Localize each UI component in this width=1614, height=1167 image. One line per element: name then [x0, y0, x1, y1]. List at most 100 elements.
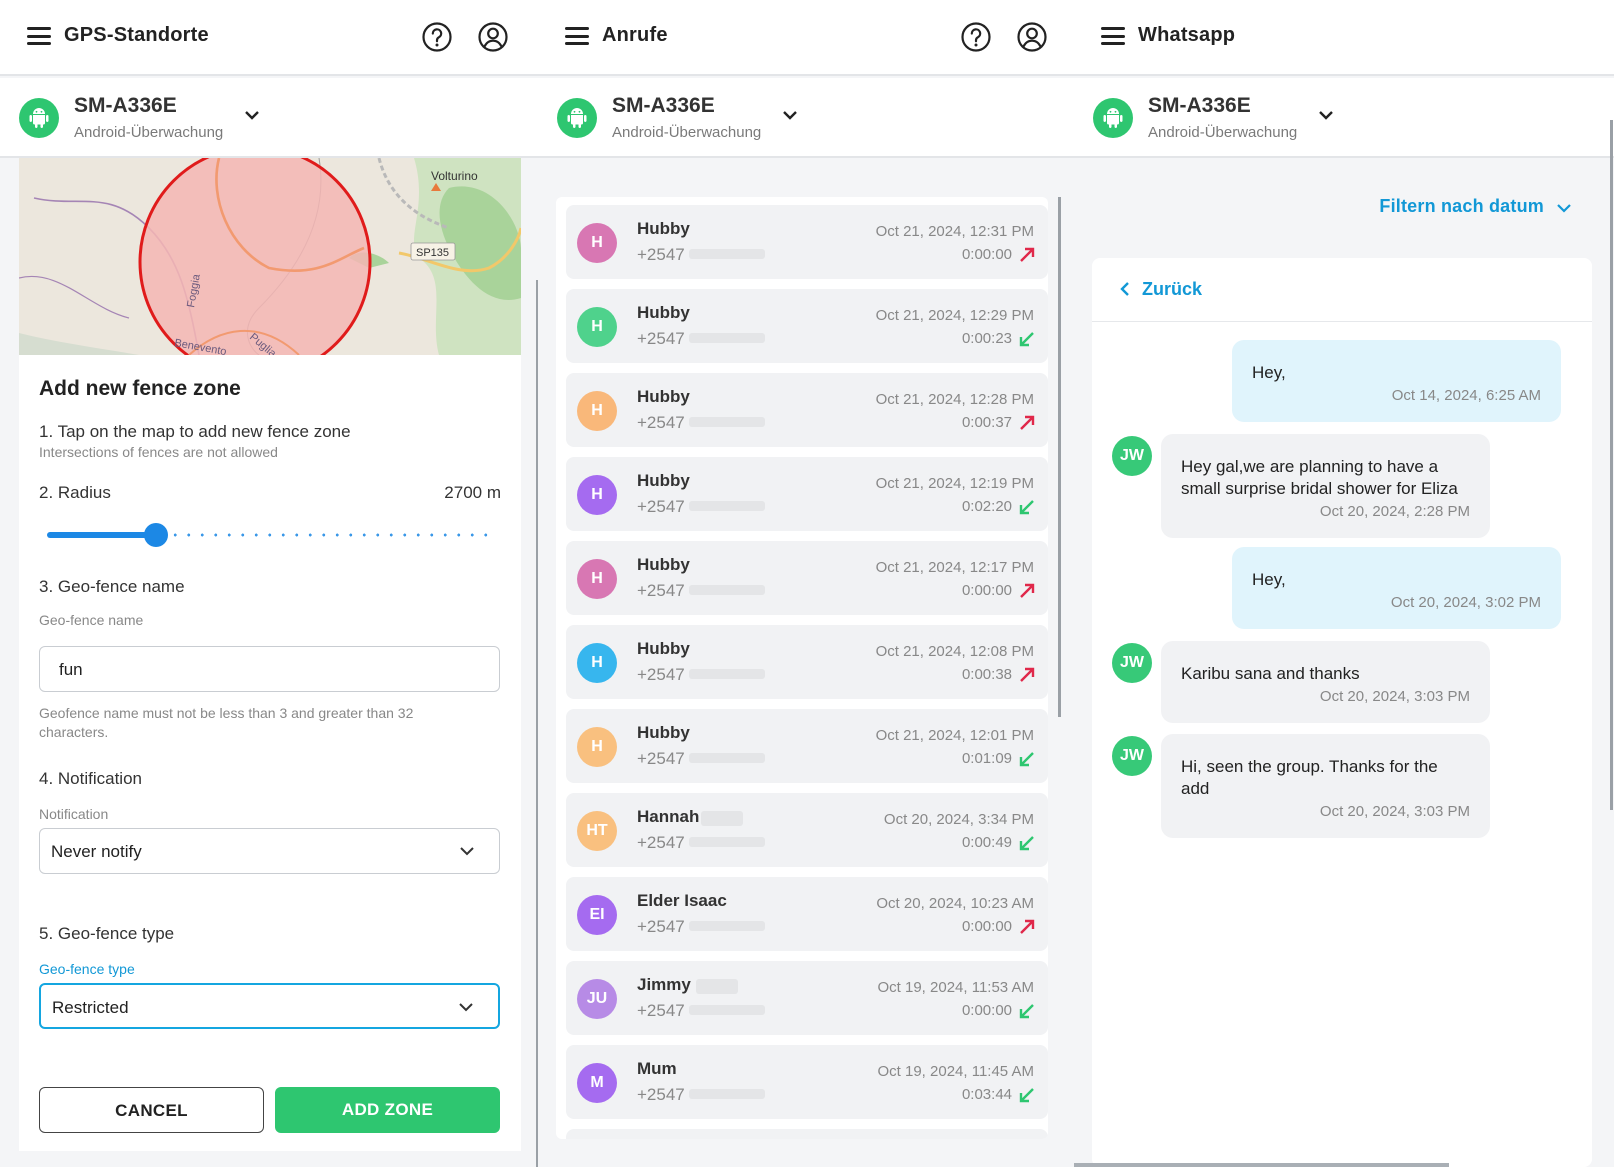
contact-name: Hubby: [637, 639, 690, 658]
contact-name: Hubby: [637, 471, 690, 490]
add-zone-button[interactable]: ADD ZONE: [275, 1087, 500, 1133]
call-date: Oct 21, 2024, 12:31 PM: [875, 223, 1034, 240]
call-duration: 0:00:23: [961, 330, 1012, 347]
call-row[interactable]: H Hubby +2547 Oct 21, 2024, 12:29 PM 0:00:23: [566, 289, 1048, 363]
menu-icon[interactable]: [27, 27, 51, 45]
form-heading: Add new fence zone: [39, 377, 241, 400]
scrollbar[interactable]: [1058, 197, 1061, 717]
call-date: Oct 21, 2024, 12:17 PM: [875, 559, 1034, 576]
incoming-call-icon: [1019, 500, 1034, 515]
call-row-partial[interactable]: [566, 1129, 1048, 1139]
account-icon[interactable]: [1016, 21, 1048, 53]
slider-thumb[interactable]: [144, 523, 169, 547]
redacted-number: [689, 417, 765, 427]
call-duration: 0:00:00: [961, 918, 1012, 935]
call-duration: 0:00:00: [961, 582, 1012, 599]
device-selector[interactable]: SM-A336E Android-Überwachung: [0, 78, 538, 158]
chevron-down-icon[interactable]: [781, 106, 799, 124]
notification-select[interactable]: Never notify: [39, 828, 500, 874]
name-hint-line1: Geofence name must not be less than 3 an…: [39, 705, 414, 721]
redacted-name: [696, 979, 738, 994]
chevron-down-icon[interactable]: [1317, 106, 1335, 124]
chevron-left-icon[interactable]: [1118, 280, 1132, 298]
chevron-down-icon[interactable]: [243, 106, 261, 124]
chevron-down-icon[interactable]: [1556, 200, 1572, 216]
call-row[interactable]: EI Elder Isaac +2547 Oct 20, 2024, 10:23 AM…: [566, 877, 1048, 951]
contact-number: +2547: [637, 665, 685, 684]
cancel-button[interactable]: CANCEL: [39, 1087, 264, 1133]
device-subtitle: Android-Überwachung: [612, 124, 762, 141]
contact-number: +2547: [637, 329, 685, 348]
contact-name: Hannah: [637, 807, 700, 826]
radius-slider[interactable]: [47, 523, 493, 547]
device-selector[interactable]: SM-A336E Android-Überwachung: [1074, 78, 1614, 158]
filter-by-date-button[interactable]: Filtern nach datum: [1379, 196, 1544, 217]
contact-avatar: H: [577, 559, 617, 599]
back-button[interactable]: Zurück: [1142, 279, 1202, 300]
redacted-number: [689, 501, 765, 511]
contact-number: +2547: [637, 581, 685, 600]
redacted-number: [689, 753, 765, 763]
call-row[interactable]: H Hubby +2547 Oct 21, 2024, 12:01 PM 0:01:09: [566, 709, 1048, 783]
call-row[interactable]: H Hubby +2547 Oct 21, 2024, 12:31 PM 0:00:00: [566, 205, 1048, 279]
call-date: Oct 20, 2024, 3:34 PM: [883, 811, 1034, 828]
name-field-label: Geo-fence name: [39, 612, 144, 628]
contact-number: +2547: [637, 917, 685, 936]
message-text: Hey,: [1252, 362, 1286, 384]
gps-panel: GPS-Standorte SM-A336E Android-Überwachu…: [0, 0, 538, 1167]
call-row[interactable]: HT Hannah +2547 Oct 20, 2024, 3:34 PM 0:00:4…: [566, 793, 1048, 867]
call-duration: 0:00:38: [961, 666, 1012, 683]
whatsapp-panel: Whatsapp SM-A336E Android-Überwachung Fi…: [1074, 0, 1614, 1167]
step-1-hint: Intersections of fences are not allowed: [39, 444, 278, 460]
message-date: Oct 20, 2024, 3:02 PM: [1390, 594, 1541, 611]
sender-avatar: JW: [1112, 643, 1152, 683]
contact-name: Jimmy: [637, 975, 691, 994]
call-row[interactable]: H Hubby +2547 Oct 21, 2024, 12:08 PM 0:00:38: [566, 625, 1048, 699]
message-line: Hey gal,we are planning to have a: [1181, 457, 1439, 476]
call-row[interactable]: H Hubby +2547 Oct 21, 2024, 12:28 PM 0:00:37: [566, 373, 1048, 447]
step-1-label: 1. Tap on the map to add new fence zone: [39, 422, 351, 441]
message-date: Oct 20, 2024, 3:03 PM: [1319, 688, 1470, 705]
redacted-number: [689, 837, 765, 847]
outgoing-message: Hey, Oct 20, 2024, 3:02 PM: [1232, 547, 1561, 629]
device-subtitle: Android-Überwachung: [1148, 124, 1298, 141]
call-row[interactable]: H Hubby +2547 Oct 21, 2024, 12:17 PM 0:00:00: [566, 541, 1048, 615]
redacted-number: [689, 1005, 765, 1015]
page-title: Whatsapp: [1138, 24, 1236, 46]
android-icon: [1103, 108, 1123, 128]
outgoing-message: Hey, Oct 14, 2024, 6:25 AM: [1232, 340, 1561, 422]
menu-icon[interactable]: [1101, 27, 1125, 45]
contact-number: +2547: [637, 1085, 685, 1104]
call-row[interactable]: M Mum +2547 Oct 19, 2024, 11:45 AM 0:03:44: [566, 1045, 1048, 1119]
map-canvas[interactable]: Volturino SP135 Foggia Benevento Puglia: [19, 158, 521, 355]
redacted-number: [689, 249, 765, 259]
call-row[interactable]: JU Jimmy +2547 Oct 19, 2024, 11:53 AM 0:00:0…: [566, 961, 1048, 1035]
contact-name: Elder Isaac: [637, 891, 727, 910]
message-line: small surprise bridal shower for Eliza: [1181, 479, 1458, 498]
step-4-label: 4. Notification: [39, 769, 142, 788]
device-selector[interactable]: SM-A336E Android-Überwachung: [538, 78, 1074, 158]
radius-value: 2700 m: [444, 483, 501, 502]
notification-value: Never notify: [51, 842, 142, 861]
step-3-label: 3. Geo-fence name: [39, 577, 185, 596]
map-view[interactable]: Volturino SP135 Foggia Benevento Puglia: [19, 158, 521, 355]
account-icon[interactable]: [477, 21, 509, 53]
menu-icon[interactable]: [565, 27, 589, 45]
incoming-message: Karibu sana and thanks Oct 20, 2024, 3:03…: [1161, 641, 1490, 723]
type-field-label: Geo-fence type: [39, 961, 135, 977]
help-icon[interactable]: [421, 21, 453, 53]
geo-fence-type-select[interactable]: Restricted: [39, 983, 500, 1029]
call-duration: 0:00:37: [961, 414, 1012, 431]
message-date: Oct 20, 2024, 2:28 PM: [1319, 503, 1470, 520]
scrollbar[interactable]: [1610, 120, 1613, 810]
contact-avatar: H: [577, 223, 617, 263]
call-row[interactable]: H Hubby +2547 Oct 21, 2024, 12:19 PM 0:02:20: [566, 457, 1048, 531]
horizontal-scrollbar[interactable]: [1074, 1163, 1449, 1167]
android-icon: [29, 108, 49, 128]
geo-fence-name-input[interactable]: fun: [39, 646, 500, 692]
help-icon[interactable]: [960, 21, 992, 53]
name-hint-line2: characters.: [39, 724, 109, 740]
chevron-down-icon: [460, 847, 474, 856]
message-line: Hey,: [1252, 363, 1286, 382]
device-name: SM-A336E: [612, 94, 715, 117]
